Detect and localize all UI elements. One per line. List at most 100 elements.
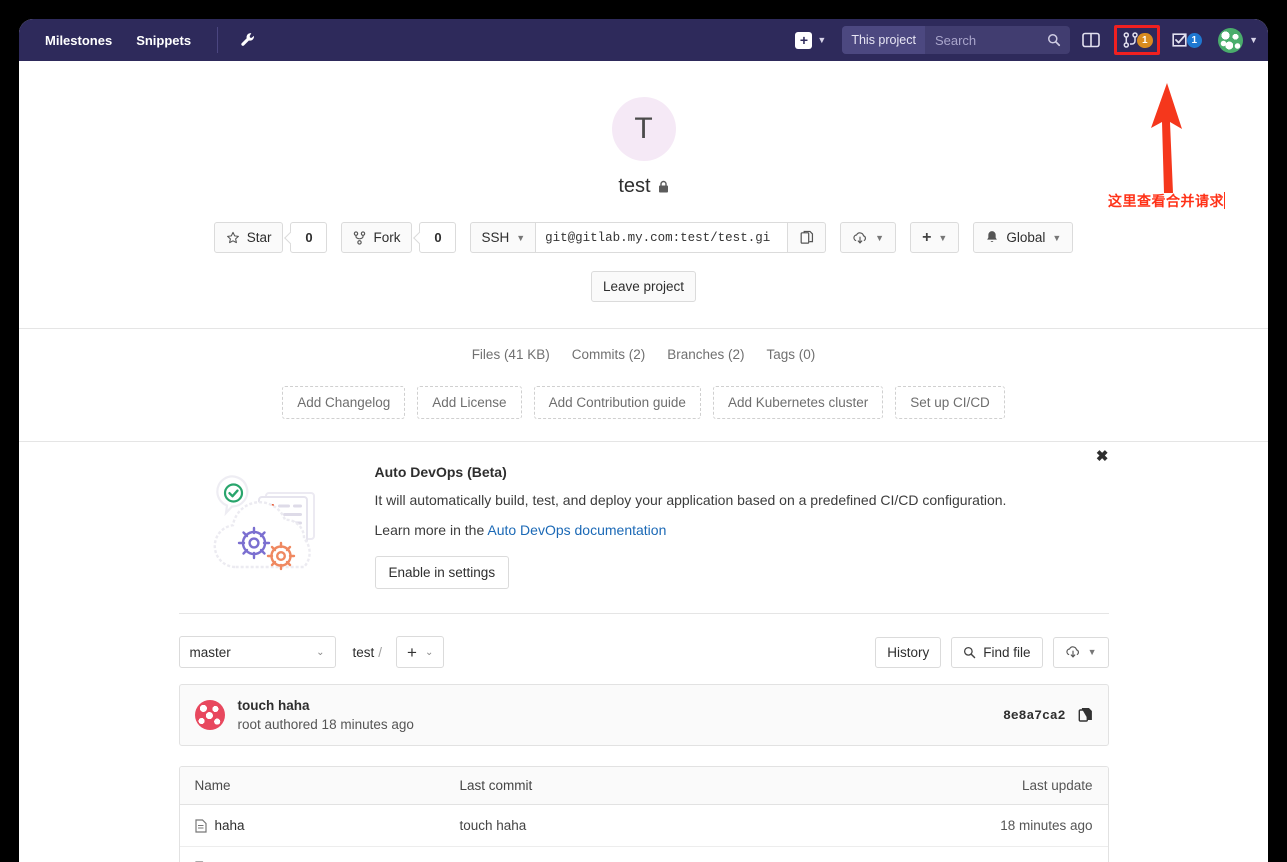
chevron-down-icon: ⌄ bbox=[316, 646, 325, 658]
auto-devops-title: Auto DevOps (Beta) bbox=[374, 464, 507, 480]
add-to-tree-button[interactable]: + ⌄ bbox=[396, 636, 445, 668]
section-divider bbox=[19, 328, 1268, 329]
column-header-last-update: Last update bbox=[1021, 778, 1093, 793]
set-up-cicd-button[interactable]: Set up CI/CD bbox=[895, 386, 1005, 419]
fork-icon bbox=[353, 230, 366, 245]
clone-url-input[interactable]: git@gitlab.my.com:test/test.gi bbox=[536, 222, 789, 253]
file-name-label[interactable]: haha bbox=[215, 818, 245, 833]
chevron-down-icon: ▼ bbox=[1087, 647, 1097, 657]
copy-url-button[interactable] bbox=[788, 222, 827, 253]
stat-files[interactable]: Files (41 KB) bbox=[472, 347, 550, 362]
clone-protocol-label: SSH bbox=[481, 230, 510, 245]
search-scope-label: This project bbox=[842, 26, 925, 54]
breadcrumb-root[interactable]: test bbox=[353, 645, 375, 660]
project-name-label: test bbox=[618, 175, 651, 197]
leave-project-button[interactable]: Leave project bbox=[590, 271, 697, 302]
add-contribution-guide-button[interactable]: Add Contribution guide bbox=[533, 386, 701, 419]
plus-icon: + bbox=[407, 642, 417, 662]
plus-icon: + bbox=[795, 31, 813, 49]
close-icon[interactable]: ✖ bbox=[1096, 447, 1109, 465]
download-cloud-icon bbox=[1065, 645, 1081, 659]
nav-item-milestones[interactable]: Milestones bbox=[33, 27, 124, 54]
breadcrumb-separator: / bbox=[378, 644, 383, 660]
auto-devops-banner: Auto DevOps (Beta) It will automatically… bbox=[178, 442, 1109, 614]
download-repo-button[interactable]: ▼ bbox=[1052, 636, 1109, 668]
project-stats-row: Files (41 KB) Commits (2) Branches (2) T… bbox=[19, 347, 1268, 362]
navbar-right: + ▼ This project Search 1 1 ▼ bbox=[789, 25, 1258, 55]
nav-item-snippets[interactable]: Snippets bbox=[124, 27, 203, 54]
repository-toolbar-right: History Find file ▼ bbox=[875, 636, 1109, 668]
auto-devops-learn-more: Learn more in the Auto DevOps documentat… bbox=[375, 522, 1109, 538]
annotation-text: 这里查看合并请求 bbox=[1108, 191, 1225, 211]
plus-icon: + bbox=[922, 228, 932, 246]
project-header: T test Star 0 Fork 0 SSH ▼ git@gitlab.my… bbox=[19, 61, 1268, 441]
navbar-divider bbox=[217, 27, 219, 53]
fork-button[interactable]: Fork bbox=[341, 222, 413, 253]
search-icon[interactable] bbox=[1047, 33, 1070, 47]
download-source-button[interactable]: ▼ bbox=[840, 222, 897, 253]
top-navbar: Milestones Snippets + ▼ This project Sea… bbox=[19, 19, 1268, 61]
issue-boards-icon[interactable] bbox=[1074, 27, 1108, 53]
auto-devops-description: It will automatically build, test, and d… bbox=[374, 492, 1007, 508]
auto-devops-learn-prefix: Learn more in the bbox=[374, 522, 485, 538]
chevron-down-icon: ▼ bbox=[1052, 232, 1062, 243]
todos-badge: 1 bbox=[1186, 32, 1203, 48]
quick-actions-row: Add Changelog Add License Add Contributi… bbox=[19, 386, 1268, 441]
branch-name-label: master bbox=[189, 644, 231, 660]
star-button[interactable]: Star bbox=[213, 222, 284, 253]
notification-label: Global bbox=[1006, 230, 1046, 245]
column-header-last-commit: Last commit bbox=[459, 778, 533, 793]
copy-sha-button[interactable] bbox=[1078, 707, 1093, 723]
branch-selector[interactable]: master ⌄ bbox=[178, 636, 336, 668]
fork-label: Fork bbox=[373, 230, 401, 245]
table-row[interactable]: root-test touch root-test about an hour … bbox=[179, 847, 1108, 862]
project-title: test bbox=[19, 175, 1268, 198]
file-name-cell: haha bbox=[194, 818, 460, 833]
stat-tags[interactable]: Tags (0) bbox=[767, 347, 816, 362]
annotation-label: 这里查看合并请求 bbox=[1108, 193, 1224, 209]
chevron-down-icon: ▼ bbox=[938, 232, 948, 243]
clone-protocol-dropdown[interactable]: SSH ▼ bbox=[470, 222, 537, 253]
history-button[interactable]: History bbox=[875, 636, 942, 668]
create-new-button[interactable]: + ▼ bbox=[789, 28, 832, 53]
lock-icon bbox=[658, 180, 669, 193]
search-input[interactable] bbox=[924, 32, 1047, 48]
commit-meta: root authored 18 minutes ago bbox=[237, 717, 414, 732]
search-icon bbox=[963, 646, 976, 659]
table-header: Name Last commit Last update bbox=[179, 767, 1108, 805]
bell-icon bbox=[985, 230, 999, 245]
enable-in-settings-button[interactable]: Enable in settings bbox=[374, 556, 510, 589]
auto-devops-section: Auto DevOps (Beta) It will automatically… bbox=[19, 441, 1268, 614]
merge-requests-highlight-box: 1 bbox=[1113, 25, 1160, 55]
user-avatar[interactable] bbox=[1218, 27, 1244, 53]
auto-devops-documentation-link[interactable]: Auto DevOps documentation bbox=[487, 522, 666, 538]
column-header-name: Name bbox=[194, 778, 231, 793]
chevron-down-icon[interactable]: ▼ bbox=[1249, 35, 1258, 45]
chevron-down-icon: ⌄ bbox=[424, 646, 434, 658]
commit-sha[interactable]: 8e8a7ca2 bbox=[1003, 708, 1065, 723]
add-license-button[interactable]: Add License bbox=[417, 386, 522, 419]
wrench-icon[interactable] bbox=[232, 28, 264, 52]
stat-commits[interactable]: Commits (2) bbox=[572, 347, 646, 362]
file-last-commit[interactable]: touch haha bbox=[460, 818, 933, 833]
file-icon bbox=[194, 818, 207, 833]
chevron-down-icon: ▼ bbox=[516, 232, 526, 243]
star-icon bbox=[226, 231, 240, 245]
merge-requests-icon[interactable] bbox=[1121, 30, 1141, 50]
commit-author-avatar bbox=[194, 700, 225, 730]
repository-toolbar: master ⌄ test / + ⌄ History Find file ▼ bbox=[178, 636, 1109, 668]
add-to-project-button[interactable]: + ▼ bbox=[910, 222, 960, 253]
star-count[interactable]: 0 bbox=[290, 222, 328, 253]
table-row[interactable]: haha touch haha 18 minutes ago bbox=[179, 805, 1108, 847]
add-kubernetes-cluster-button[interactable]: Add Kubernetes cluster bbox=[712, 386, 884, 419]
annotation-text-caret bbox=[1224, 192, 1225, 209]
notification-setting-button[interactable]: Global ▼ bbox=[973, 222, 1074, 253]
commit-title[interactable]: touch haha bbox=[238, 698, 414, 713]
fork-count[interactable]: 0 bbox=[419, 222, 457, 253]
todos-icon[interactable]: 1 bbox=[1164, 27, 1211, 53]
auto-devops-content: Auto DevOps (Beta) It will automatically… bbox=[369, 464, 1109, 589]
find-file-button[interactable]: Find file bbox=[951, 636, 1043, 668]
add-changelog-button[interactable]: Add Changelog bbox=[282, 386, 406, 419]
stat-branches[interactable]: Branches (2) bbox=[667, 347, 744, 362]
search-box[interactable]: This project bbox=[842, 26, 1070, 54]
